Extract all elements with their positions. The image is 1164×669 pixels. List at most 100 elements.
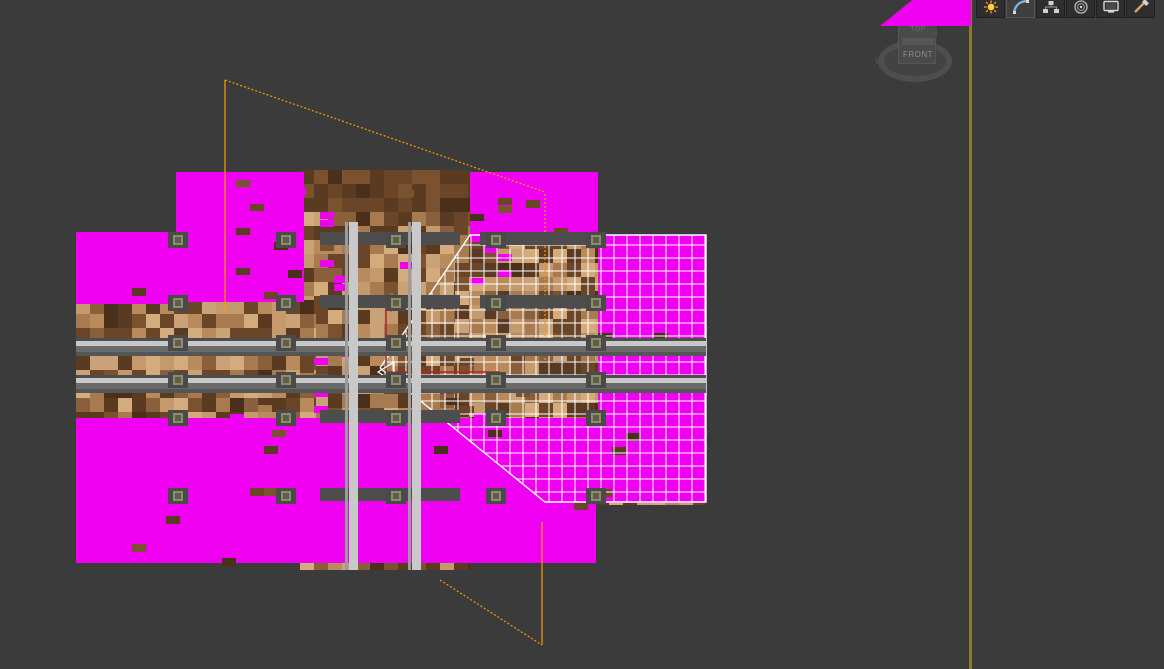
mesh-block: [567, 249, 581, 263]
view-cube-body[interactable]: TOP FRONT: [898, 20, 937, 64]
mesh-block: [539, 319, 553, 333]
mesh-block: [349, 222, 358, 570]
mesh-block: [132, 398, 146, 412]
command-panel: Modifier List SliceSliceSliceSliceSymmet…: [972, 0, 1164, 669]
hierarchy-icon: [1042, 0, 1060, 17]
mesh-block: [539, 249, 553, 263]
mesh-block: [511, 263, 525, 277]
mesh-block: [188, 300, 202, 314]
mesh-block: [314, 310, 328, 324]
mesh-block: [356, 170, 370, 184]
mesh-block: [470, 278, 484, 285]
mesh-block: [314, 282, 328, 296]
mesh-block: [539, 403, 553, 417]
mesh-block: [553, 319, 567, 333]
mesh-block: [469, 263, 483, 277]
mesh-block: [250, 488, 264, 496]
mesh-block: [553, 263, 567, 277]
mesh-block: [314, 198, 328, 212]
mesh-block: [553, 361, 567, 375]
mesh-block: [300, 398, 314, 412]
mesh-block: [250, 204, 264, 211]
mesh-block: [356, 198, 370, 212]
mesh-block: [314, 300, 316, 314]
mesh-block: [76, 356, 90, 370]
mesh-block: [132, 356, 146, 370]
mesh-block: [216, 300, 230, 314]
mesh-block: [132, 314, 146, 328]
mesh-block: [356, 212, 370, 226]
mesh-block: [356, 254, 370, 268]
mesh-block: [230, 414, 244, 421]
mesh-block: [283, 493, 289, 499]
mesh-block: [539, 263, 553, 277]
view-cube[interactable]: W E TOP FRONT: [875, 18, 954, 88]
mesh-block: [393, 237, 399, 243]
mesh-block: [175, 493, 181, 499]
mesh-block: [398, 198, 412, 212]
mesh-block: [384, 282, 398, 296]
mesh-block: [370, 324, 384, 338]
mesh-block: [460, 366, 474, 373]
mesh-block: [493, 237, 499, 243]
create-tab[interactable]: [976, 0, 1005, 18]
mesh-block: [314, 314, 316, 328]
mesh-block: [525, 361, 539, 375]
mesh-block: [236, 196, 250, 203]
mesh-block: [393, 377, 399, 383]
mesh-block: [132, 288, 146, 296]
display-monitor-icon: [1102, 0, 1120, 17]
mesh-block: [244, 314, 258, 328]
mesh-block: [539, 277, 553, 291]
mesh-block: [175, 377, 181, 383]
mesh-block: [328, 184, 342, 198]
mesh-block: [76, 398, 90, 412]
modify-tab[interactable]: [1006, 0, 1035, 18]
hierarchy-tab[interactable]: [1036, 0, 1065, 18]
mesh-block: [460, 358, 474, 365]
mesh-block: [384, 184, 398, 198]
mesh-block: [498, 198, 512, 205]
mesh-block: [90, 356, 104, 370]
mesh-block: [283, 415, 289, 421]
mesh-block: [408, 222, 411, 570]
mesh-block: [593, 377, 599, 383]
mesh-block: [593, 237, 599, 243]
utilities-tab[interactable]: [1126, 0, 1155, 18]
mesh-block: [160, 356, 174, 370]
mesh-block: [314, 358, 328, 365]
mesh-block: [393, 415, 399, 421]
mesh-block: [320, 212, 334, 219]
mesh-block: [581, 249, 595, 263]
mesh-block: [454, 184, 468, 198]
mesh-block: [283, 237, 289, 243]
mesh-block: [455, 263, 469, 277]
mesh-block: [440, 268, 454, 282]
mesh-block: [244, 398, 258, 412]
utilities-hammer-icon: [1132, 0, 1150, 17]
mesh-block: [384, 212, 398, 226]
mesh-block: [393, 493, 399, 499]
mesh-block: [283, 377, 289, 383]
view-cube-front-face[interactable]: FRONT: [899, 45, 937, 64]
mesh-block: [118, 314, 132, 328]
create-star-icon: [982, 0, 1000, 17]
mesh-block: [328, 324, 342, 338]
mesh-block: [593, 300, 599, 306]
viewport[interactable]: ZY W E TOP FRONT: [0, 0, 971, 669]
mesh-block: [146, 314, 160, 328]
mesh-block: [460, 406, 474, 413]
mesh-block: [314, 562, 328, 570]
mesh-block: [483, 277, 497, 291]
mesh-block: [328, 198, 342, 212]
mesh-block: [236, 268, 250, 275]
display-tab[interactable]: [1096, 0, 1125, 18]
mesh-block: [440, 324, 454, 338]
mesh-block: [314, 268, 328, 282]
mesh-block: [497, 277, 511, 291]
mesh-block-wedge: [880, 0, 971, 26]
mesh-block: [90, 314, 104, 328]
mesh-block: [384, 310, 398, 324]
motion-tab[interactable]: [1066, 0, 1095, 18]
mesh-block: [525, 319, 539, 333]
